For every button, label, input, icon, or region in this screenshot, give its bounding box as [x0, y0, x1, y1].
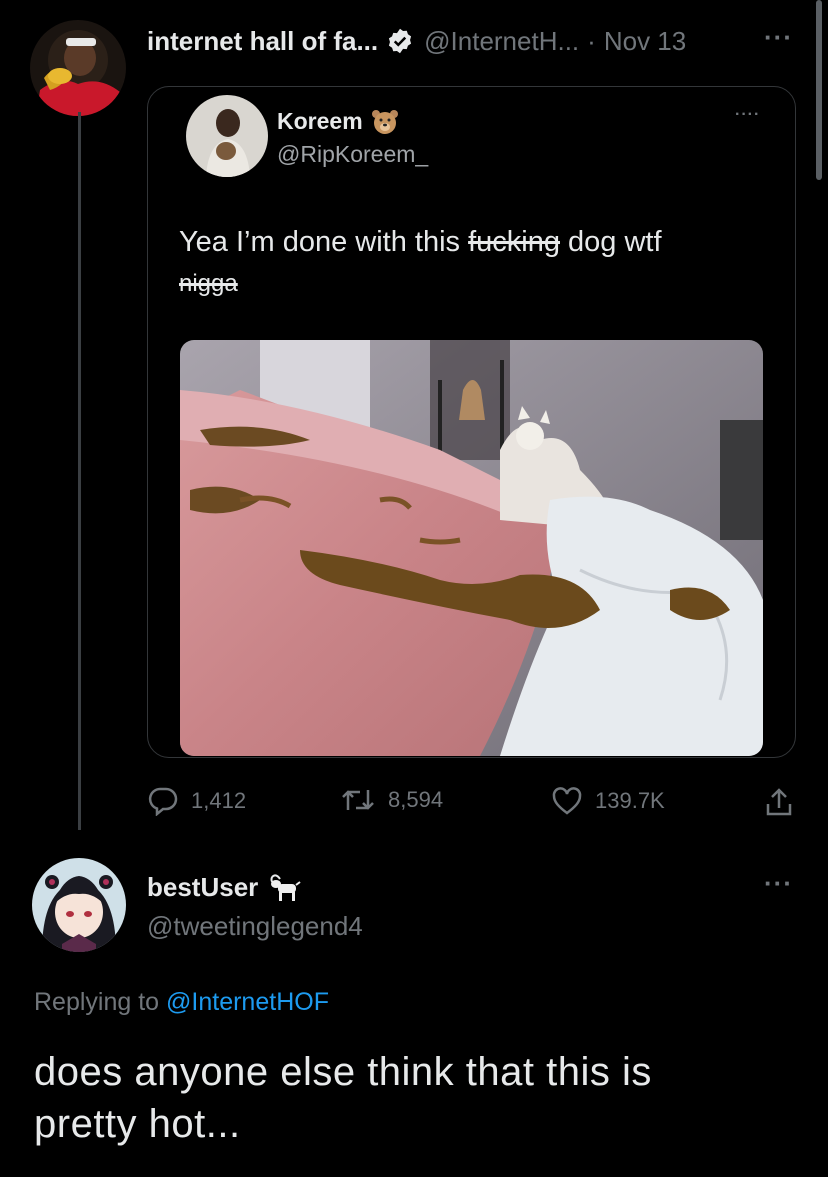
photo-dog-on-bed — [180, 340, 763, 756]
quoted-text-part-2: dog wtf — [559, 226, 662, 258]
reply-icon — [147, 786, 179, 816]
like-action[interactable]: 139.7K — [551, 786, 665, 816]
scrollbar[interactable] — [816, 0, 822, 180]
replying-to-prefix: Replying to — [34, 988, 160, 1016]
main-tweet-more-button[interactable]: ··· — [764, 22, 793, 53]
replying-to-line: Replying to @InternetHOF — [34, 988, 329, 1017]
quoted-tweet-more-button[interactable]: ···· — [735, 106, 760, 124]
retweet-icon — [340, 786, 376, 814]
quoted-tweet-photo[interactable] — [180, 340, 763, 756]
main-tweet-header: internet hall of fa... @InternetH... · N… — [147, 24, 686, 58]
main-tweet-handle[interactable]: @InternetH... — [424, 26, 579, 57]
header-separator: · — [587, 25, 596, 56]
avatar-image — [32, 858, 126, 952]
quoted-text-struck-1: fucking — [468, 226, 560, 258]
retweet-count: 8,594 — [388, 787, 444, 812]
quoted-text-struck-2: nigga — [179, 270, 238, 297]
avatar-image — [30, 20, 126, 116]
reply-more-button[interactable]: ··· — [764, 868, 793, 899]
tweet-thread-screen: { "main_tweet": { "display_name": "inter… — [0, 0, 828, 1177]
share-icon — [764, 786, 794, 818]
avatar-koreem[interactable] — [186, 95, 268, 177]
reply-text: does anyone else think that this is pret… — [34, 1050, 652, 1146]
share-action[interactable] — [764, 786, 794, 818]
reply-action[interactable]: 1,412 — [147, 786, 246, 816]
retweet-action[interactable]: 8,594 — [340, 786, 443, 814]
bear-face-icon — [371, 109, 399, 135]
replying-to-handle-link[interactable]: @InternetHOF — [166, 988, 329, 1016]
like-count: 139.7K — [595, 788, 665, 813]
quoted-display-name[interactable]: Koreem — [277, 108, 363, 135]
thread-connector-line — [78, 112, 81, 830]
verified-badge-icon — [386, 27, 414, 55]
main-tweet-display-name[interactable]: internet hall of fa... — [147, 26, 378, 57]
main-tweet-date[interactable]: Nov 13 — [604, 26, 686, 57]
goat-icon — [266, 873, 302, 903]
avatar-image — [186, 95, 268, 177]
avatar-internet-hall-of-fame[interactable] — [30, 20, 126, 116]
quoted-tweet-header: Koreem @RipKoreem_ — [277, 108, 428, 168]
heart-icon — [551, 786, 583, 816]
reply-display-name[interactable]: bestUser — [147, 872, 258, 903]
quoted-text-part-1: Yea I’m done with this — [179, 226, 469, 258]
reply-count: 1,412 — [191, 788, 247, 813]
reply-handle[interactable]: @tweetinglegend4 — [147, 911, 363, 942]
quoted-tweet-text: Yea I’m done with this fucking dog wtf n… — [179, 222, 779, 304]
quoted-handle[interactable]: @RipKoreem_ — [277, 141, 428, 168]
reply-header: bestUser @tweetinglegend4 — [147, 872, 363, 942]
avatar-bestuser[interactable] — [32, 858, 126, 952]
